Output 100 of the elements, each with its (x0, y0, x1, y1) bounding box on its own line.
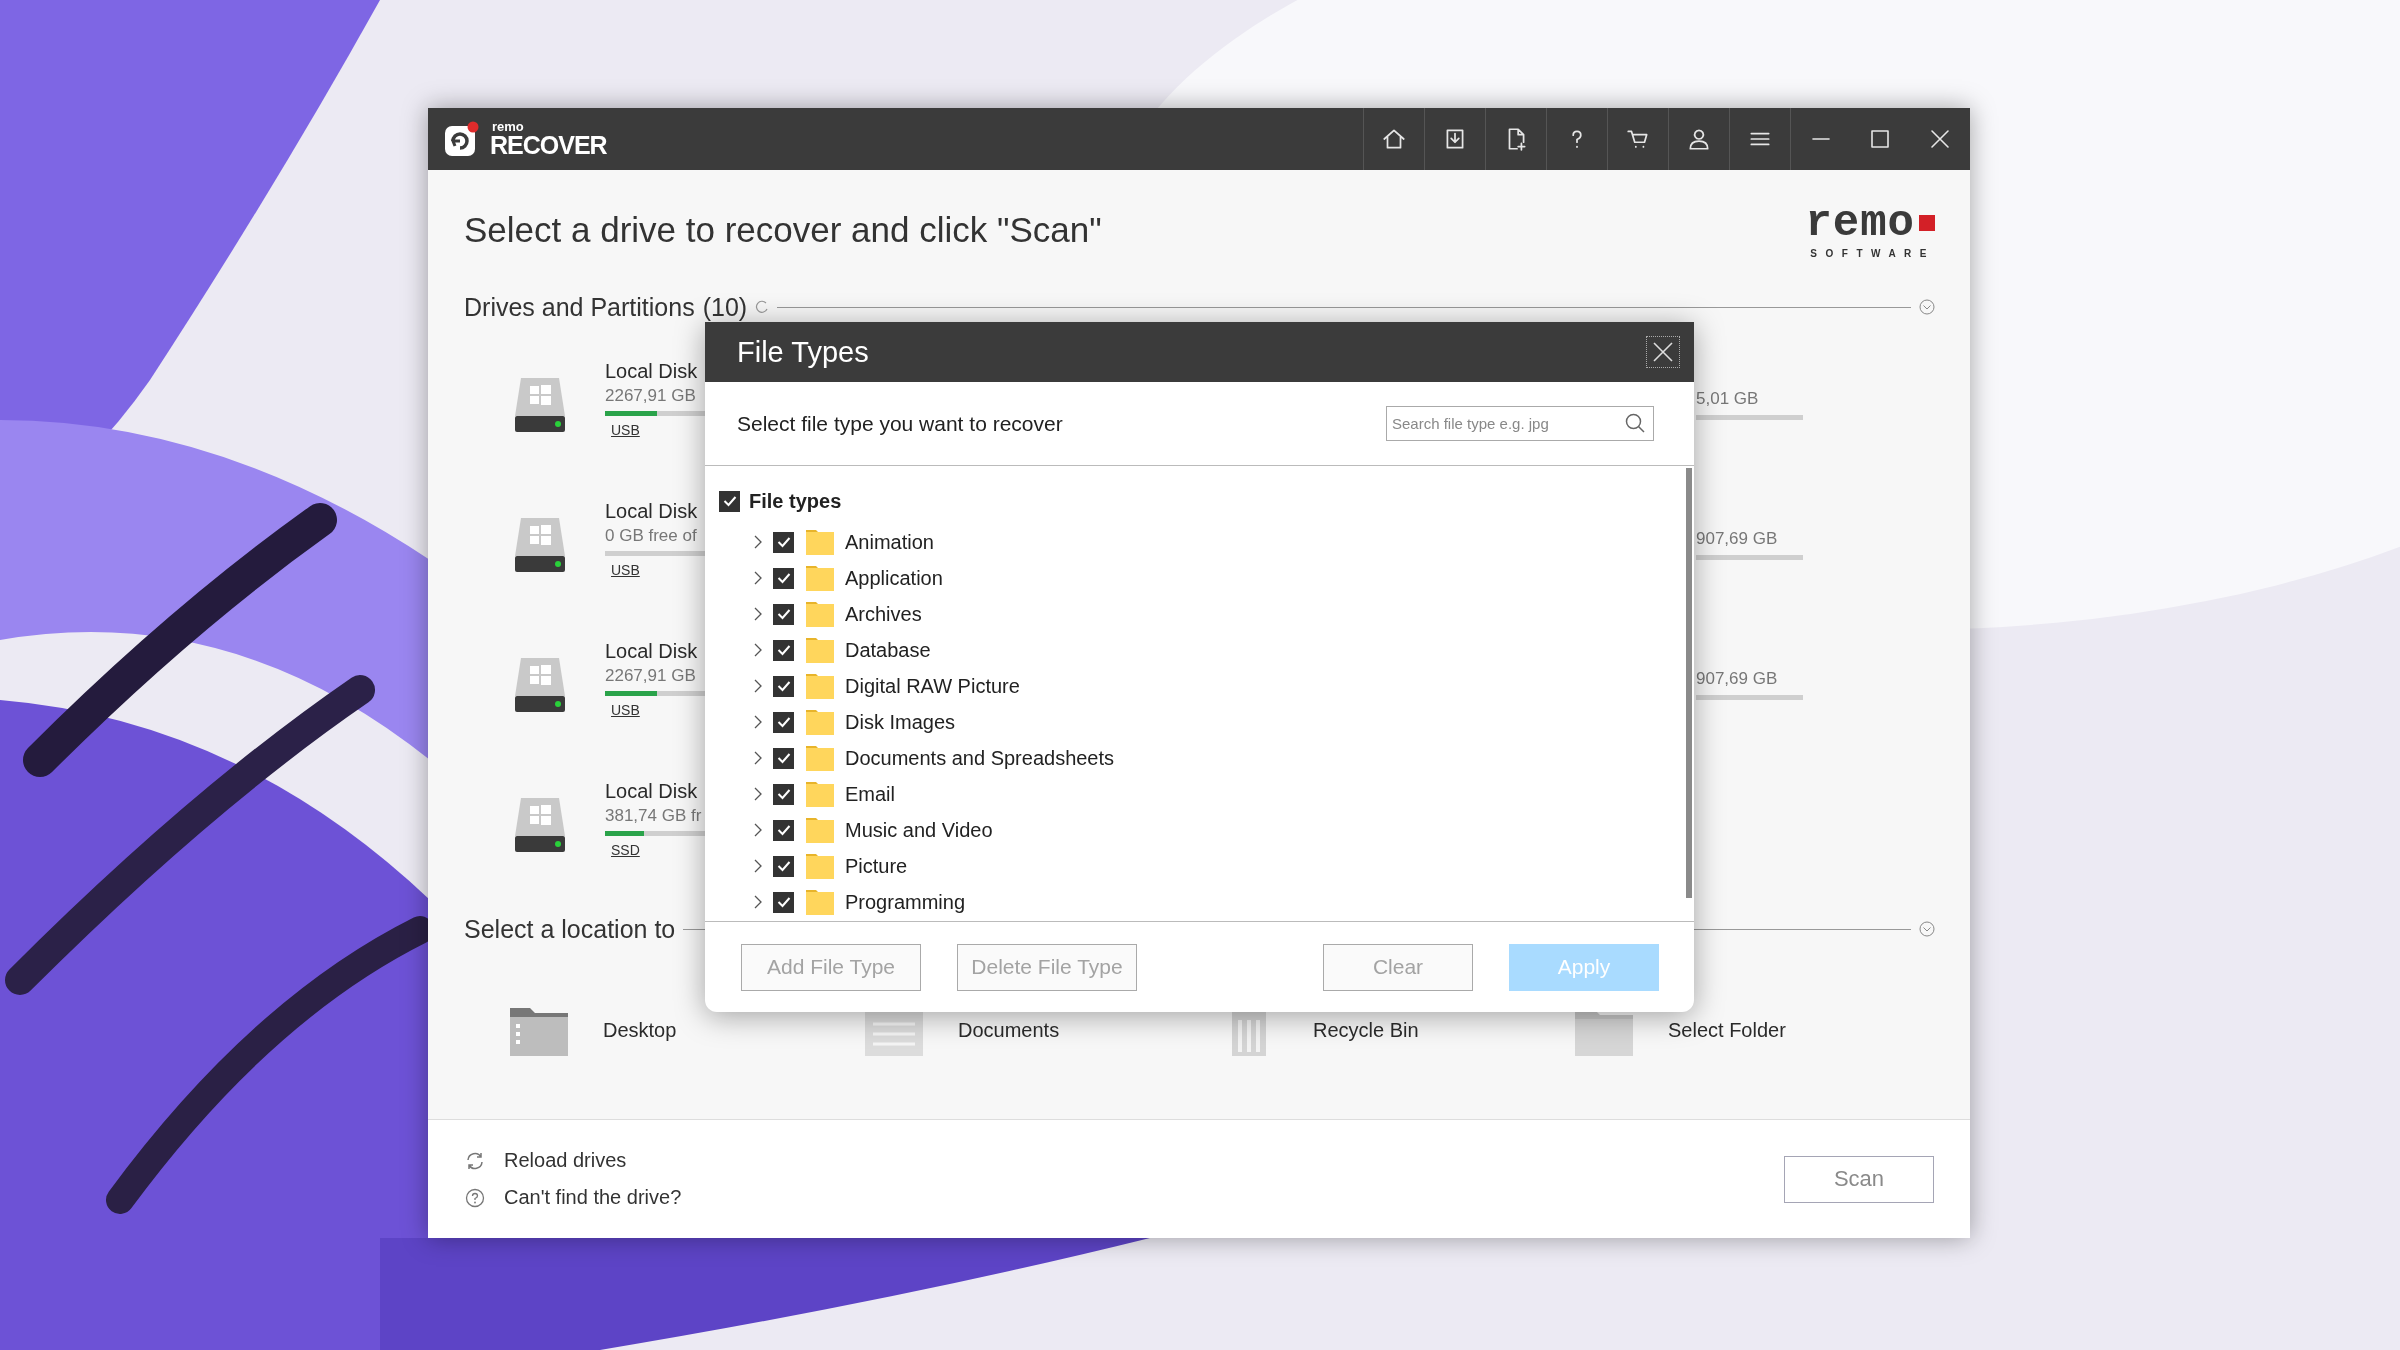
check-icon (776, 896, 791, 908)
drive-type: SSD (611, 842, 640, 858)
prompt-text: Select file type you want to recover (737, 411, 1063, 436)
search-field[interactable]: Search file type e.g. jpg (1386, 406, 1654, 441)
check-icon (776, 824, 791, 836)
location-label[interactable]: Select Folder (1668, 1018, 1786, 1042)
logo-mark-icon (1919, 215, 1935, 231)
folder-icon (806, 601, 834, 627)
footer-link[interactable]: Can't find the drive? (504, 1186, 682, 1209)
footer-link[interactable]: Reload drives (504, 1149, 627, 1172)
logo-icon (444, 121, 480, 157)
tree-item[interactable]: Email (845, 782, 895, 806)
drive-size: 5,01 GB (1696, 388, 1759, 410)
drive-size: 2267,91 GB (605, 385, 696, 407)
folder-icon (806, 565, 834, 591)
location-label[interactable]: Recycle Bin (1313, 1018, 1419, 1042)
checkbox[interactable] (773, 675, 794, 697)
checkbox[interactable] (773, 531, 794, 553)
checkbox[interactable] (773, 603, 794, 625)
check-icon (776, 860, 791, 872)
chevron-right-icon[interactable] (752, 751, 764, 765)
section-title: Drives and Partitions (464, 292, 695, 322)
logo-text: remo (492, 120, 525, 133)
folder-icon (806, 673, 834, 699)
chevron-right-icon[interactable] (752, 679, 764, 693)
checkbox[interactable] (773, 783, 794, 805)
drive-size: 2267,91 GB (605, 665, 696, 687)
tree-item[interactable]: Music and Video (845, 818, 993, 842)
chevron-right-icon[interactable] (752, 787, 764, 801)
checkbox[interactable] (719, 490, 740, 512)
drive-name[interactable]: Local Disk (605, 778, 698, 804)
spinner-icon (755, 300, 770, 314)
help-icon (465, 1187, 485, 1208)
check-icon (776, 644, 791, 656)
location-label[interactable]: Documents (958, 1018, 1060, 1042)
tree-label: File types (749, 489, 842, 513)
checkbox[interactable] (773, 567, 794, 589)
drive-size: 907,69 GB (1696, 668, 1778, 690)
folder-icon (806, 853, 834, 879)
drive-type: USB (611, 422, 640, 438)
tree-item[interactable]: Disk Images (845, 710, 956, 734)
chevron-right-icon[interactable] (752, 859, 764, 873)
brand-tagline: SOFTWARE (1810, 248, 1935, 259)
check-icon (776, 572, 791, 584)
checkbox[interactable] (773, 747, 794, 769)
check-icon (776, 788, 791, 800)
scrollbar[interactable] (1686, 468, 1692, 898)
folder-icon (806, 781, 834, 807)
tree-item[interactable]: Animation (845, 530, 934, 554)
section-title: Select a location to (464, 914, 676, 944)
chevron-right-icon[interactable] (752, 607, 764, 621)
drive-type: USB (611, 562, 640, 578)
drive-name[interactable]: Local Disk (605, 358, 698, 384)
checkbox[interactable] (773, 819, 794, 841)
maximize-icon (1868, 127, 1892, 151)
check-icon (776, 536, 791, 548)
tree-item[interactable]: Digital RAW Picture (845, 674, 1020, 698)
drive-size: 381,74 GB fr (605, 805, 702, 827)
checkbox[interactable] (773, 639, 794, 661)
folder-icon (806, 709, 834, 735)
close-icon (1928, 127, 1952, 151)
checkbox[interactable] (773, 855, 794, 877)
check-icon (776, 752, 791, 764)
tree-item[interactable]: Programming (845, 890, 966, 914)
chevron-right-icon[interactable] (752, 823, 764, 837)
page-heading: Select a drive to recover and click "Scan" (464, 210, 1102, 250)
brand-logo-text: remo (1805, 201, 1915, 245)
close-icon (1652, 341, 1674, 363)
collapse-icon[interactable] (1919, 921, 1935, 937)
tree-item[interactable]: Picture (845, 854, 908, 878)
dialog-title: File Types (737, 335, 869, 369)
folder-icon (806, 637, 834, 663)
folder-icon (806, 745, 834, 771)
collapse-icon[interactable] (1919, 299, 1935, 315)
check-icon (776, 716, 791, 728)
minimize-icon (1811, 138, 1830, 140)
tree-item[interactable]: Documents and Spreadsheets (845, 746, 1115, 770)
location-label[interactable]: Desktop (603, 1018, 677, 1042)
close-button[interactable] (1646, 336, 1680, 368)
folder-icon (806, 817, 834, 843)
check-icon (776, 608, 791, 620)
drive-type: USB (611, 702, 640, 718)
tree-item[interactable]: Application (845, 566, 943, 590)
chevron-right-icon[interactable] (752, 571, 764, 585)
check-icon (722, 495, 737, 507)
tree-item[interactable]: Archives (845, 602, 922, 626)
chevron-right-icon[interactable] (752, 895, 764, 909)
check-icon (776, 680, 791, 692)
checkbox[interactable] (773, 891, 794, 913)
drive-name[interactable]: Local Disk (605, 638, 698, 664)
chevron-right-icon[interactable] (752, 535, 764, 549)
checkbox[interactable] (773, 711, 794, 733)
refresh-icon (465, 1150, 485, 1171)
app-name: RECOVER (490, 133, 607, 158)
chevron-right-icon[interactable] (752, 643, 764, 657)
tree-item[interactable]: Database (845, 638, 931, 662)
drive-name[interactable]: Local Disk (605, 498, 698, 524)
search-icon (1625, 413, 1645, 433)
drive-count: (10) (702, 292, 748, 322)
chevron-right-icon[interactable] (752, 715, 764, 729)
